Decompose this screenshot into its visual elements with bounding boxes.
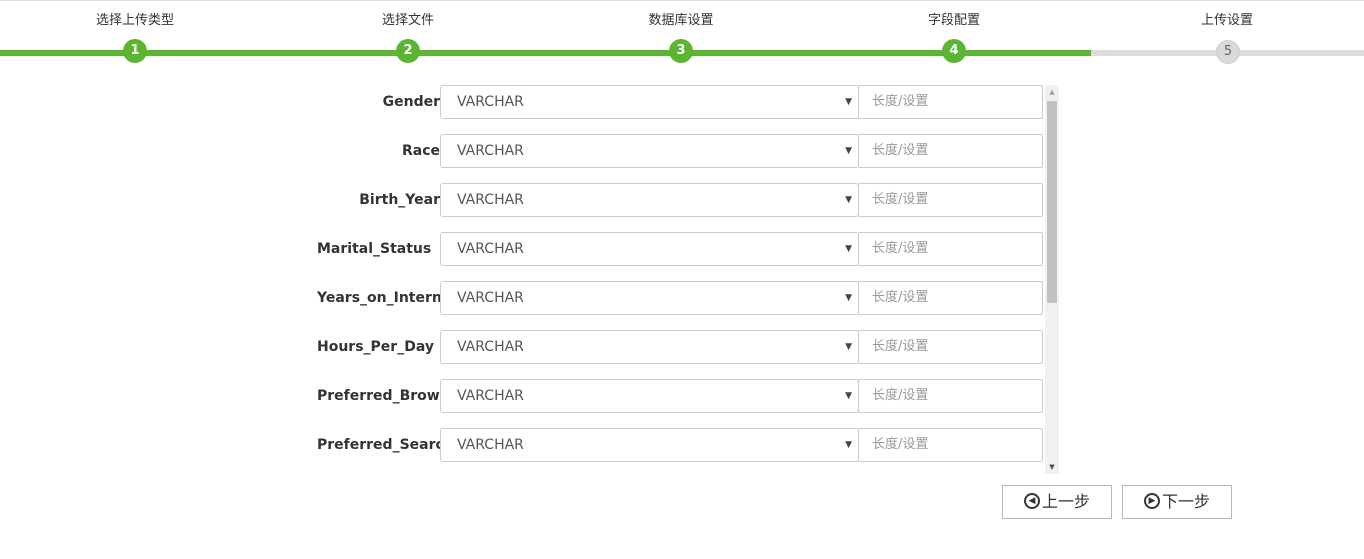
chevron-down-icon: ▼	[845, 391, 852, 401]
type-select-value: VARCHAR	[457, 339, 524, 355]
step-number: 1	[123, 39, 147, 63]
type-select[interactable]: VARCHAR ▼	[440, 134, 859, 168]
type-select-value: VARCHAR	[457, 94, 524, 110]
step-label: 字段配置	[927, 13, 980, 28]
step-number: 5	[1216, 40, 1240, 64]
step-2: 选择文件 2	[308, 0, 508, 63]
chevron-down-icon: ▼	[845, 195, 852, 205]
chevron-down-icon: ▼	[845, 146, 852, 156]
field-name: Preferred_Browse	[317, 388, 458, 404]
type-select-value: VARCHAR	[457, 143, 524, 159]
type-select-value: VARCHAR	[457, 192, 524, 208]
length-input[interactable]: 长度/设置	[858, 281, 1043, 315]
type-select[interactable]: VARCHAR ▼	[440, 428, 859, 462]
length-input[interactable]: 长度/设置	[858, 183, 1043, 217]
step-4: 字段配置 4	[854, 0, 1054, 63]
step-5: 上传设置 5	[1127, 0, 1327, 64]
field-name: Years_on_Internet	[317, 290, 459, 306]
field-row: Birth_Year VARCHAR ▼ 长度/设置	[305, 183, 1045, 217]
field-row: Hours_Per_Day VARCHAR ▼ 长度/设置	[305, 330, 1045, 364]
type-select[interactable]: VARCHAR ▼	[440, 183, 859, 217]
prev-step-label: 上一步	[1041, 492, 1090, 511]
length-input[interactable]: 长度/设置	[858, 134, 1043, 168]
length-input[interactable]: 长度/设置	[858, 428, 1043, 462]
step-label: 上传设置	[1200, 13, 1253, 28]
chevron-down-icon: ▼	[845, 293, 852, 303]
type-select-value: VARCHAR	[457, 388, 524, 404]
type-select-value: VARCHAR	[457, 290, 524, 306]
next-step-button[interactable]: ▶ 下一步	[1122, 485, 1232, 519]
chevron-down-icon: ▼	[845, 97, 852, 107]
length-input[interactable]: 长度/设置	[858, 379, 1043, 413]
step-1: 选择上传类型 1	[35, 0, 235, 63]
progress-stepper: 选择上传类型 1 选择文件 2 数据库设置 3 字段配置 4 上传设置 5	[0, 0, 1364, 70]
stepper-progress	[0, 50, 1091, 56]
arrow-right-circle-icon: ▶	[1143, 493, 1160, 509]
field-row: Race VARCHAR ▼ 长度/设置	[305, 134, 1045, 168]
field-row: Years_on_Internet VARCHAR ▼ 长度/设置	[305, 281, 1045, 315]
type-select-value: VARCHAR	[457, 437, 524, 453]
step-number: 4	[942, 39, 966, 63]
chevron-down-icon: ▼	[845, 440, 852, 450]
field-row: Gender VARCHAR ▼ 长度/设置	[305, 85, 1045, 119]
step-label: 选择文件	[381, 13, 434, 28]
chevron-down-icon: ▼	[845, 244, 852, 254]
field-name: Birth_Year	[359, 192, 440, 208]
length-input[interactable]: 长度/设置	[858, 330, 1043, 364]
prev-step-button[interactable]: ◀ 上一步	[1002, 485, 1112, 519]
step-3: 数据库设置 3	[581, 0, 781, 63]
field-name: Hours_Per_Day	[317, 339, 434, 355]
type-select[interactable]: VARCHAR ▼	[440, 85, 859, 119]
type-select-value: VARCHAR	[457, 241, 524, 257]
next-step-label: 下一步	[1161, 492, 1210, 511]
scroll-down-arrow-icon[interactable]: ▼	[1045, 460, 1059, 474]
step-number: 2	[396, 39, 420, 63]
field-name: Preferred_Search_	[317, 437, 461, 453]
type-select[interactable]: VARCHAR ▼	[440, 379, 859, 413]
field-name: Marital_Status	[317, 241, 432, 257]
field-name: Gender	[382, 94, 440, 110]
length-input[interactable]: 长度/设置	[858, 85, 1043, 119]
type-select[interactable]: VARCHAR ▼	[440, 281, 859, 315]
field-row: Preferred_Search_ VARCHAR ▼ 长度/设置	[305, 428, 1045, 462]
chevron-down-icon: ▼	[845, 342, 852, 352]
type-select[interactable]: VARCHAR ▼	[440, 330, 859, 364]
step-label: 数据库设置	[648, 13, 714, 28]
field-row: Preferred_Browse VARCHAR ▼ 长度/设置	[305, 379, 1045, 413]
scrollbar-thumb[interactable]	[1047, 101, 1057, 303]
arrow-left-circle-icon: ◀	[1023, 493, 1040, 509]
field-config-list: Gender VARCHAR ▼ 长度/设置 Race VARCHAR ▼ 长度/设…	[305, 84, 1060, 475]
length-input[interactable]: 长度/设置	[858, 232, 1043, 266]
step-number: 3	[669, 39, 693, 63]
step-label: 选择上传类型	[95, 13, 174, 28]
type-select[interactable]: VARCHAR ▼	[440, 232, 859, 266]
field-name: Race	[401, 143, 440, 159]
field-row: Marital_Status VARCHAR ▼ 长度/设置	[305, 232, 1045, 266]
scroll-up-arrow-icon[interactable]: ▲	[1045, 85, 1059, 99]
vertical-scrollbar[interactable]: ▲ ▼	[1045, 85, 1059, 474]
